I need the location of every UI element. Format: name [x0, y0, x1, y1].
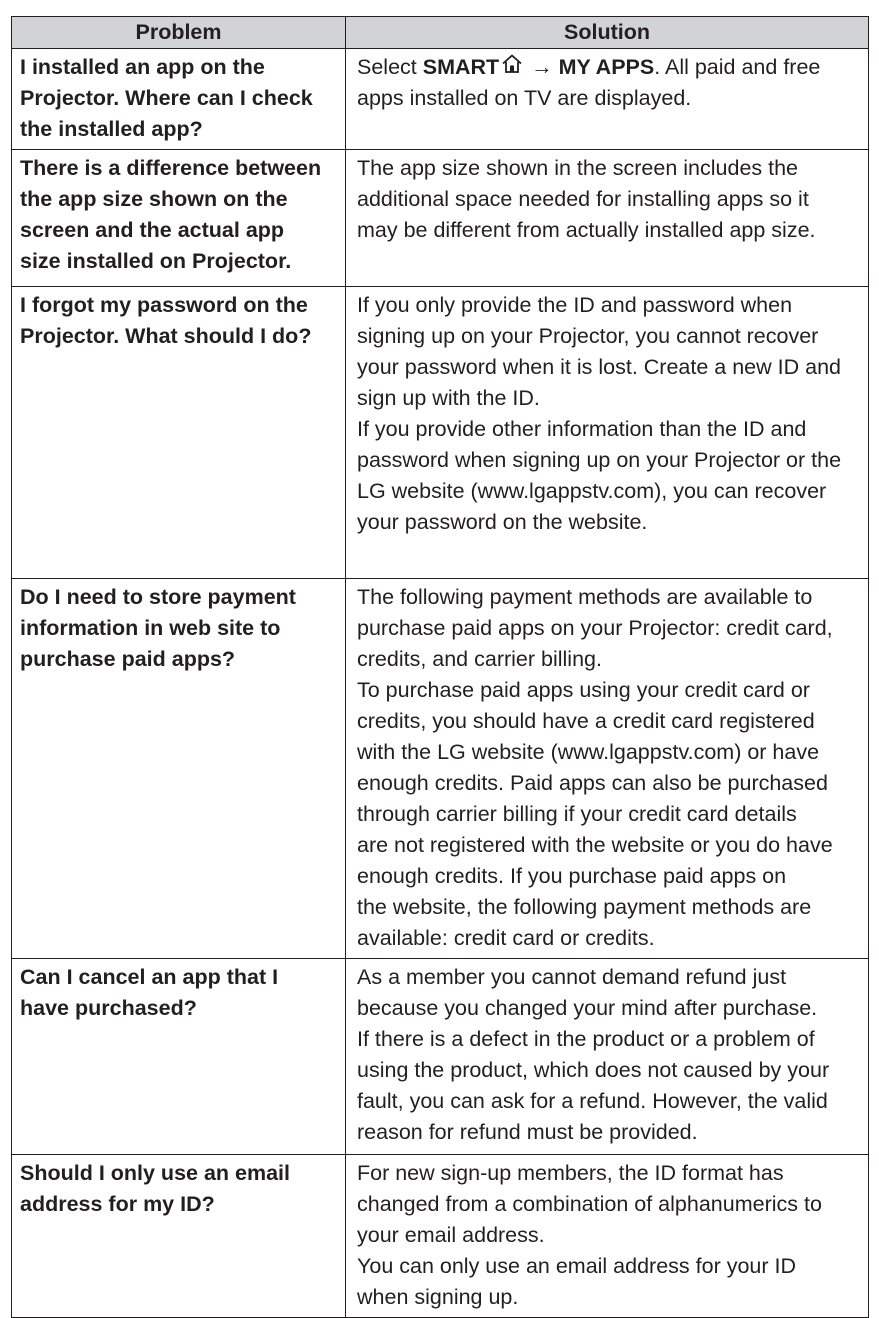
smart-label: SMART: [422, 55, 500, 79]
solution-line: apps installed on TV are displayed.: [357, 86, 692, 110]
solution-line: fault, you can ask for a refund. However…: [357, 1089, 828, 1113]
solution-line: may be different from actually installed…: [357, 218, 816, 242]
solution-line: The app size shown in the screen include…: [357, 156, 799, 180]
problem-cell: Can I cancel an app that I have purchase…: [11, 958, 346, 1155]
solution-line: enough credits. If you purchase paid app…: [357, 864, 787, 888]
solution-line: As a member you cannot demand refund jus…: [357, 965, 787, 989]
table-row: Do I need to store payment information i…: [11, 578, 869, 959]
solution-cell: Select SMART → MY APPS. All paid and fre…: [345, 48, 869, 150]
faq-table: Problem Solution I installed an app on t…: [11, 16, 869, 1318]
table-row: I installed an app on the Projector. Whe…: [11, 48, 869, 150]
problem-line: I forgot my password on the: [20, 293, 308, 317]
solution-line: For new sign-up members, the ID format h…: [357, 1161, 784, 1185]
solution-tail-text: . All paid and free: [654, 55, 821, 79]
solution-line: If you provide other information than th…: [357, 417, 807, 441]
solution-line: You can only use an email address for yo…: [357, 1254, 797, 1278]
solution-line: when signing up.: [357, 1285, 519, 1309]
problem-line: the installed app?: [20, 117, 203, 141]
problem-line: purchase paid apps?: [20, 647, 236, 671]
problem-line: screen and the actual app: [20, 218, 285, 242]
problem-line: I installed an app on the: [20, 55, 265, 79]
problem-cell: I forgot my password on the Projector. W…: [11, 286, 346, 579]
table-row: I forgot my password on the Projector. W…: [11, 286, 869, 579]
problem-line: have purchased?: [20, 996, 197, 1020]
problem-line: There is a difference between: [20, 156, 322, 180]
problem-line: Do I need to store payment: [20, 585, 296, 609]
solution-line: additional space needed for installing a…: [357, 187, 809, 211]
solution-cell: If you only provide the ID and password …: [345, 286, 869, 579]
problem-line: address for my ID?: [20, 1192, 215, 1216]
problem-cell: I installed an app on the Projector. Whe…: [11, 48, 346, 150]
solution-line: with the LG website (www.lgappstv.com) o…: [357, 740, 820, 764]
table-row: Can I cancel an app that I have purchase…: [11, 958, 869, 1155]
table-row: There is a difference between the app si…: [11, 149, 869, 287]
solution-line: If there is a defect in the product or a…: [357, 1027, 815, 1051]
solution-line: LG website (www.lgappstv.com), you can r…: [357, 479, 827, 503]
home-icon: [501, 53, 523, 75]
problem-cell: Should I only use an email address for m…: [11, 1154, 346, 1318]
solution-line: available: credit card or credits.: [357, 926, 655, 950]
solution-line: signing up on your Projector, you cannot…: [357, 324, 819, 348]
solution-cell: For new sign-up members, the ID format h…: [345, 1154, 869, 1318]
problem-line: Can I cancel an app that I: [20, 965, 279, 989]
table-row: Should I only use an email address for m…: [11, 1154, 869, 1318]
solution-line: your password when it is lost. Create a …: [357, 355, 841, 379]
solution-line: using the product, which does not caused…: [357, 1058, 830, 1082]
problem-cell: There is a difference between the app si…: [11, 149, 346, 287]
solution-line: your email address.: [357, 1223, 545, 1247]
solution-line: credits, you should have a credit card r…: [357, 709, 815, 733]
problem-line: size installed on Projector.: [20, 249, 292, 273]
problem-line: Should I only use an email: [20, 1161, 290, 1185]
problem-line: the app size shown on the: [20, 187, 288, 211]
solution-cell: As a member you cannot demand refund jus…: [345, 958, 869, 1155]
solution-line: changed from a combination of alphanumer…: [357, 1192, 822, 1216]
solution-line: The following payment methods are availa…: [357, 585, 813, 609]
solution-line: through carrier billing if your credit c…: [357, 802, 797, 826]
problem-line: Projector. Where can I check: [20, 86, 313, 110]
arrow-text: →: [525, 55, 559, 79]
solution-line: are not registered with the website or y…: [357, 833, 833, 857]
solution-line: To purchase paid apps using your credit …: [357, 678, 810, 702]
problem-cell: Do I need to store payment information i…: [11, 578, 346, 959]
problem-column-header: Problem: [11, 16, 346, 49]
solution-line: because you changed your mind after purc…: [357, 996, 818, 1020]
solution-line: the website, the following payment metho…: [357, 895, 812, 919]
solution-line: sign up with the ID.: [357, 386, 540, 410]
solution-line: reason for refund must be provided.: [357, 1120, 698, 1144]
solution-line: enough credits. Paid apps can also be pu…: [357, 771, 828, 795]
problem-line: Projector. What should I do?: [20, 324, 312, 348]
solution-line: password when signing up on your Project…: [357, 448, 842, 472]
solution-line: credits, and carrier billing.: [357, 647, 602, 671]
solution-line: your password on the website.: [357, 510, 648, 534]
solution-column-header: Solution: [345, 16, 869, 49]
solution-line: Select SMART → MY APPS. All paid and fre…: [357, 52, 858, 83]
my-apps-label: MY APPS: [558, 55, 655, 79]
solution-cell: The following payment methods are availa…: [345, 578, 869, 959]
solution-intro-text: Select: [357, 55, 423, 79]
solution-cell: The app size shown in the screen include…: [345, 149, 869, 287]
solution-line: If you only provide the ID and password …: [357, 293, 793, 317]
problem-line: information in web site to: [20, 616, 281, 640]
table-header-row: Problem Solution: [11, 16, 869, 49]
solution-line: purchase paid apps on your Projector: cr…: [357, 616, 833, 640]
